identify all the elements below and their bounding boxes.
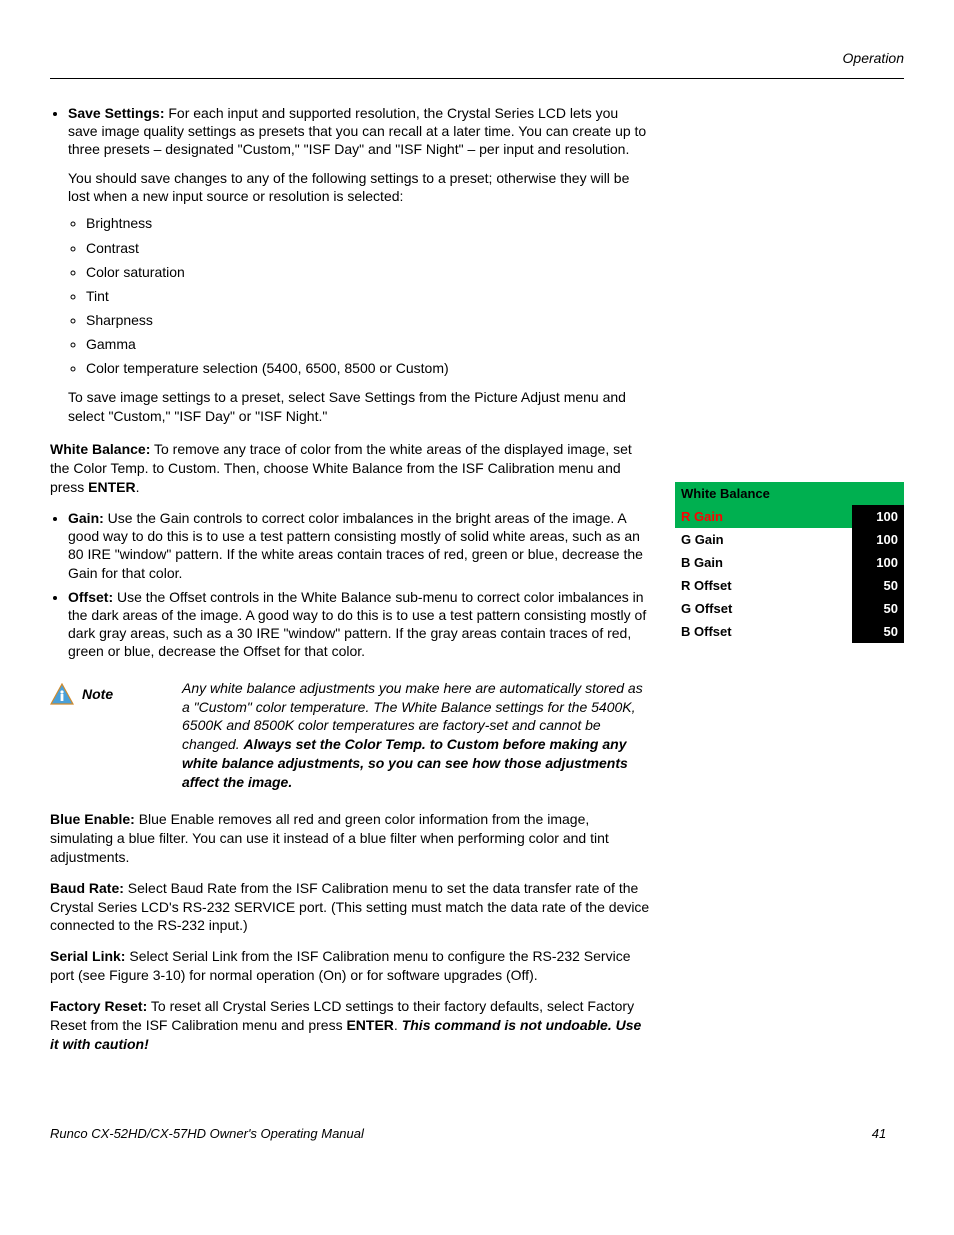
main-text-column: Save Settings: For each input and suppor… — [50, 104, 650, 1066]
white-balance-list: Gain: Use the Gain controls to correct c… — [50, 509, 650, 661]
warning-icon — [50, 683, 74, 705]
list-item: Contrast — [86, 239, 650, 257]
divider — [50, 78, 904, 79]
content-columns: Save Settings: For each input and suppor… — [50, 104, 904, 1066]
wb-label: B Offset — [675, 620, 852, 643]
note-label: Note — [82, 686, 113, 702]
note-bold: Always set the Color Temp. to Custom bef… — [182, 736, 628, 790]
blue-enable-heading: Blue Enable: — [50, 811, 135, 827]
wb-value: 50 — [852, 597, 904, 620]
wb-label: R Gain — [675, 505, 852, 528]
wb-label: R Offset — [675, 574, 852, 597]
serial-link-text: Select Serial Link from the ISF Calibrat… — [50, 948, 631, 983]
list-item: Gamma — [86, 335, 650, 353]
sidebar-column: White Balance R Gain100G Gain100B Gain10… — [675, 104, 904, 643]
page-footer: Runco CX-52HD/CX-57HD Owner's Operating … — [50, 1126, 904, 1141]
wb-table-header: White Balance — [675, 482, 904, 505]
wb-label: G Gain — [675, 528, 852, 551]
period: . — [136, 479, 140, 495]
baud-rate-para: Baud Rate: Select Baud Rate from the ISF… — [50, 879, 650, 936]
save-settings-heading: Save Settings: — [68, 105, 164, 121]
baud-rate-heading: Baud Rate: — [50, 880, 124, 896]
wb-label: G Offset — [675, 597, 852, 620]
white-balance-heading: White Balance: — [50, 441, 150, 457]
table-row: R Gain100 — [675, 505, 904, 528]
baud-rate-text: Select Baud Rate from the ISF Calibratio… — [50, 880, 649, 934]
wb-value: 50 — [852, 574, 904, 597]
list-item: Brightness — [86, 214, 650, 232]
footer-page: 41 — [854, 1126, 904, 1141]
footer-title: Runco CX-52HD/CX-57HD Owner's Operating … — [50, 1126, 854, 1141]
table-row: R Offset50 — [675, 574, 904, 597]
save-settings-text3: To save image settings to a preset, sele… — [68, 388, 650, 426]
offset-text: Use the Offset controls in the White Bal… — [68, 589, 646, 660]
enter-label: ENTER — [88, 479, 135, 495]
page-header-section: Operation — [50, 50, 904, 66]
note-block: Note Any white balance adjustments you m… — [50, 679, 650, 792]
list-item: Sharpness — [86, 311, 650, 329]
serial-link-heading: Serial Link: — [50, 948, 125, 964]
factory-reset-para: Factory Reset: To reset all Crystal Seri… — [50, 997, 650, 1054]
serial-link-para: Serial Link: Select Serial Link from the… — [50, 947, 650, 985]
table-row: G Gain100 — [675, 528, 904, 551]
save-settings-text2: You should save changes to any of the fo… — [68, 169, 650, 207]
gain-heading: Gain: — [68, 510, 104, 526]
wb-value: 100 — [852, 528, 904, 551]
offset-heading: Offset: — [68, 589, 113, 605]
list-item: Color temperature selection (5400, 6500,… — [86, 359, 650, 377]
table-row: B Gain100 — [675, 551, 904, 574]
save-settings-items: Brightness Contrast Color saturation Tint Sh… — [68, 214, 650, 377]
white-balance-para: White Balance: To remove any trace of co… — [50, 440, 650, 497]
blue-enable-para: Blue Enable: Blue Enable removes all red… — [50, 810, 650, 867]
note-text: Any white balance adjustments you make h… — [182, 679, 650, 792]
wb-value: 100 — [852, 551, 904, 574]
list-item: Tint — [86, 287, 650, 305]
list-item: Color saturation — [86, 263, 650, 281]
save-settings-block: Save Settings: For each input and suppor… — [50, 104, 650, 425]
wb-value: 50 — [852, 620, 904, 643]
wb-table-title: White Balance — [675, 482, 904, 505]
wb-label: B Gain — [675, 551, 852, 574]
period-2: . — [394, 1017, 402, 1033]
table-row: G Offset50 — [675, 597, 904, 620]
gain-text: Use the Gain controls to correct color i… — [68, 510, 643, 581]
wb-value: 100 — [852, 505, 904, 528]
factory-reset-heading: Factory Reset: — [50, 998, 147, 1014]
table-row: B Offset50 — [675, 620, 904, 643]
enter-label-2: ENTER — [346, 1017, 393, 1033]
note-icon-label: Note — [50, 679, 170, 705]
white-balance-table: White Balance R Gain100G Gain100B Gain10… — [675, 482, 904, 643]
